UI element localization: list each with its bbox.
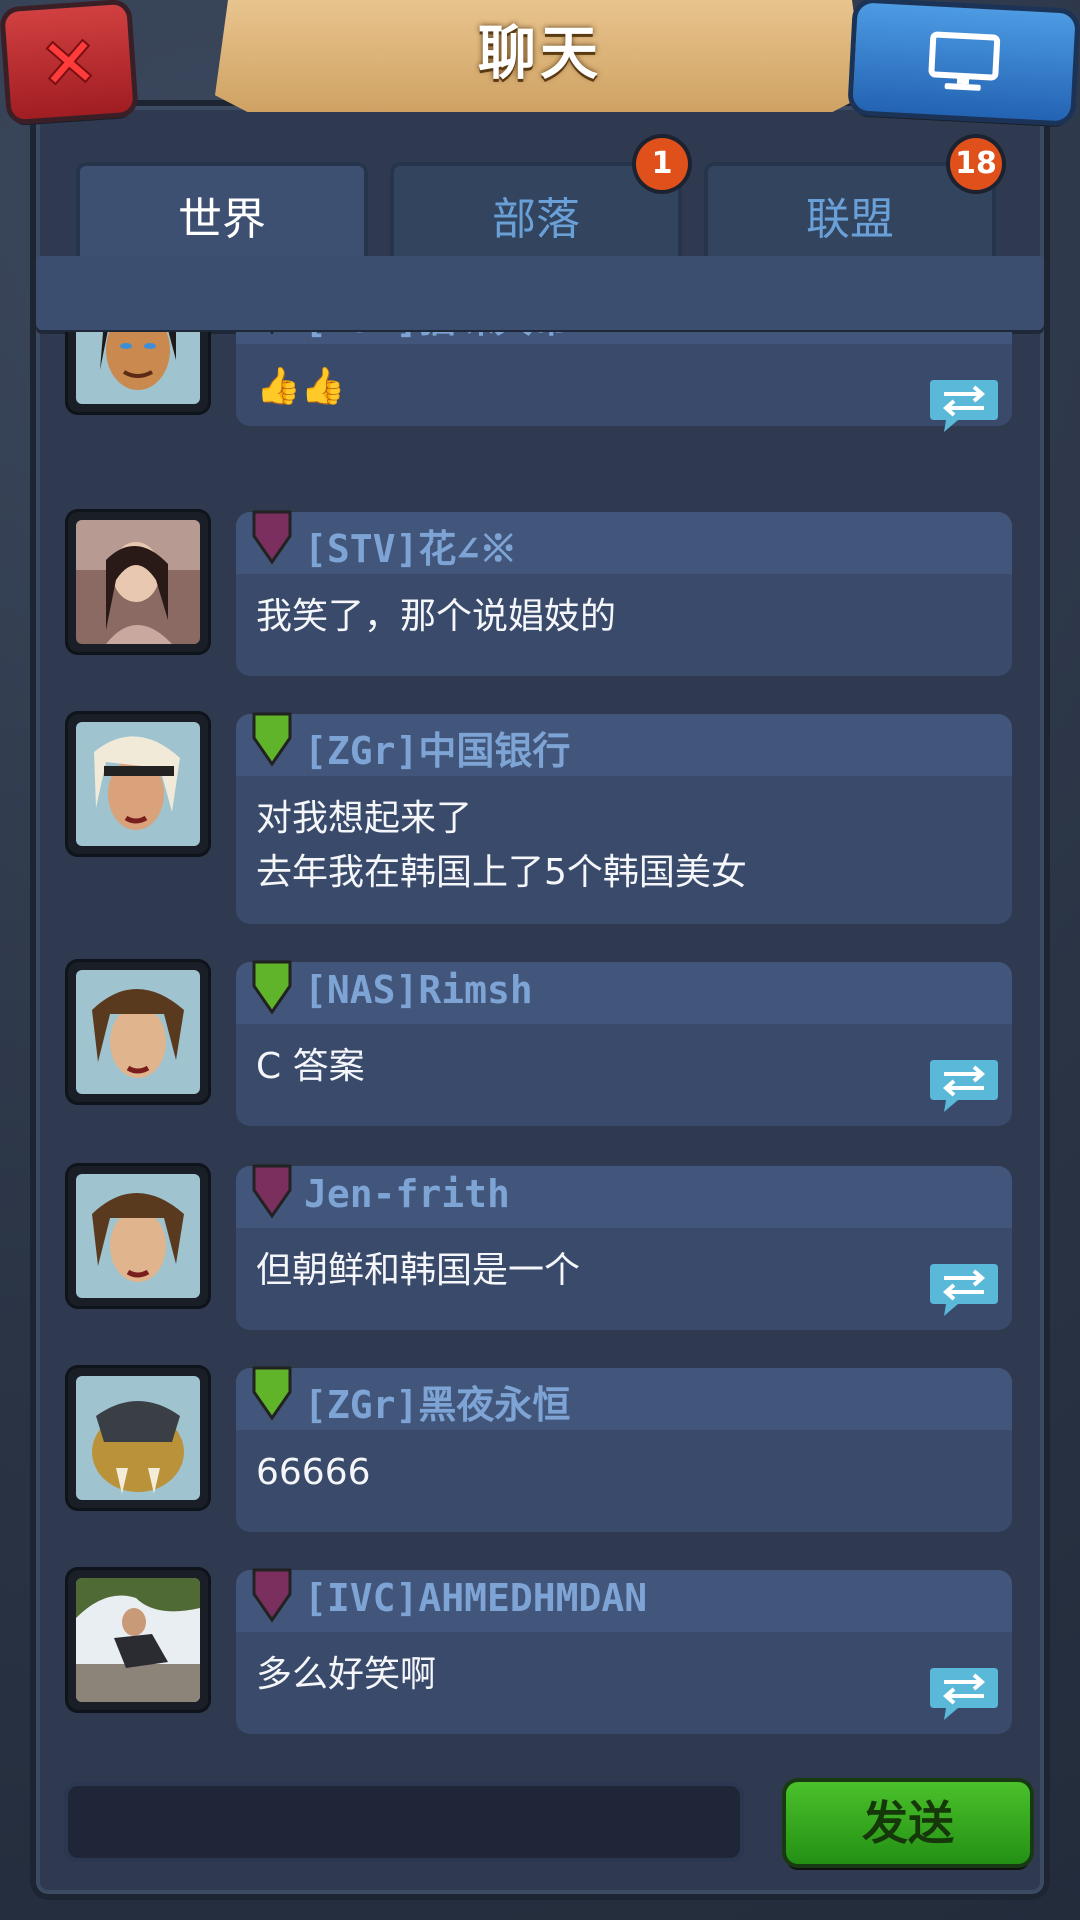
hero-portrait-icon xyxy=(76,1174,200,1298)
message-text: 👍👍 xyxy=(256,366,346,407)
sender-name[interactable]: [ZGr]黑夜永恒 xyxy=(304,1374,570,1429)
rank-banner-icon xyxy=(252,960,292,1015)
tab-clan[interactable]: 部落 xyxy=(390,162,682,262)
message-bubble: [STV]花∠※ 我笑了，那个说娼妓的 xyxy=(236,510,1012,676)
rank-banner-icon xyxy=(252,1568,292,1623)
sender-name[interactable]: Jen-frith xyxy=(304,1172,510,1216)
message-text: 对我想起来了 去年我在韩国上了5个韩国美女 xyxy=(256,798,747,893)
tab-world[interactable]: 世界 xyxy=(76,162,368,264)
monitor-icon xyxy=(928,31,1001,91)
tab-underline-strip xyxy=(36,256,1044,330)
avatar[interactable] xyxy=(68,512,208,652)
rank-banner-icon xyxy=(270,332,274,335)
sender-name[interactable]: [STV]花∠※ xyxy=(304,518,517,573)
translate-button[interactable] xyxy=(928,1664,1000,1722)
hero-portrait-icon xyxy=(76,722,200,846)
sender-name[interactable]: [MJV]猫咪大帝 xyxy=(304,332,570,343)
user-photo-icon xyxy=(76,520,200,644)
avatar[interactable] xyxy=(68,1166,208,1306)
rank-banner-icon xyxy=(252,510,292,565)
translate-button[interactable] xyxy=(928,376,1000,434)
avatar[interactable] xyxy=(68,1570,208,1710)
alliance-unread-badge: 18 xyxy=(950,138,1002,190)
translate-icon xyxy=(930,380,998,432)
rank-banner-icon xyxy=(252,1164,292,1219)
sender-name[interactable]: [ZGr]中国银行 xyxy=(304,720,570,775)
message-text: 66666 xyxy=(256,1452,371,1493)
message-text: 我笑了，那个说娼妓的 xyxy=(256,596,617,637)
user-photo-icon xyxy=(76,1578,200,1702)
page-title: 聊天 xyxy=(477,19,602,87)
close-button[interactable] xyxy=(4,3,134,121)
tab-label: 世界 xyxy=(178,194,266,245)
chat-message-list[interactable]: [MJV]猫咪大帝 👍👍 xyxy=(46,332,1034,1734)
creature-portrait-icon xyxy=(76,1376,200,1500)
message-bubble: [NAS]Rimsh C 答案 xyxy=(236,960,1012,1126)
translate-button[interactable] xyxy=(928,1260,1000,1318)
translate-button[interactable] xyxy=(928,1056,1000,1114)
tab-label: 部落 xyxy=(492,194,580,245)
hero-portrait-icon xyxy=(76,332,200,404)
avatar[interactable] xyxy=(68,962,208,1102)
tab-label: 联盟 xyxy=(806,194,894,245)
avatar[interactable] xyxy=(68,714,208,854)
translate-icon xyxy=(930,1060,998,1112)
translate-icon xyxy=(930,1668,998,1720)
message-bubble: [ZGr]中国银行 对我想起来了 去年我在韩国上了5个韩国美女 xyxy=(236,712,1012,924)
avatar[interactable] xyxy=(68,1368,208,1508)
monitor-button[interactable] xyxy=(852,2,1076,122)
message-bubble: [MJV]猫咪大帝 👍👍 xyxy=(236,332,1012,432)
message-bubble: [ZGr]黑夜永恒 66666 xyxy=(236,1366,1012,1532)
tab-alliance[interactable]: 联盟 xyxy=(704,162,996,262)
send-button[interactable]: 发送 xyxy=(786,1782,1030,1864)
message-bubble: Jen-frith 但朝鲜和韩国是一个 xyxy=(236,1164,1012,1330)
chat-input[interactable] xyxy=(64,1782,744,1862)
message-text: 多么好笑啊 xyxy=(256,1654,437,1695)
message-text: 但朝鲜和韩国是一个 xyxy=(256,1250,581,1291)
avatar[interactable] xyxy=(68,332,208,412)
close-icon xyxy=(45,38,93,86)
message-text: C 答案 xyxy=(256,1046,365,1087)
message-bubble: [IVC]AHMEDHMDAN 多么好笑啊 xyxy=(236,1568,1012,1734)
sender-name[interactable]: [NAS]Rimsh xyxy=(304,968,533,1012)
hero-portrait-icon xyxy=(76,970,200,1094)
clan-unread-badge: 1 xyxy=(636,138,688,190)
translate-icon xyxy=(930,1264,998,1316)
sender-name[interactable]: [IVC]AHMEDHMDAN xyxy=(304,1576,647,1620)
rank-banner-icon xyxy=(252,712,292,767)
rank-banner-icon xyxy=(252,1366,292,1421)
